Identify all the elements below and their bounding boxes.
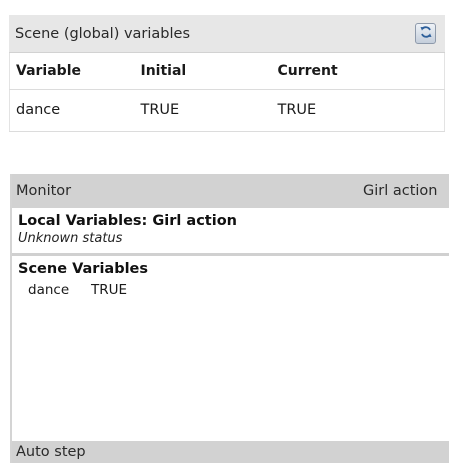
scene-variable-name: dance (28, 282, 70, 298)
local-variables-title: Local Variables: Girl action (18, 213, 237, 229)
table-row: dance TRUE TRUE (9, 89, 445, 132)
current-value-cell: TRUE (271, 89, 445, 132)
monitor-header: Monitor Girl action (12, 174, 449, 208)
variable-name-cell: dance (9, 89, 135, 132)
monitor-panel: Monitor Girl action Local Variables: Gir… (10, 174, 449, 463)
scene-variable-value: TRUE (91, 282, 128, 298)
scene-variables-section: Scene Variables dance TRUE (12, 256, 449, 299)
initial-value-cell: TRUE (134, 89, 272, 132)
column-header-variable: Variable (9, 53, 135, 90)
local-variables-section: Local Variables: Girl action Unknown sta… (12, 208, 449, 247)
local-variables-status: Unknown status (18, 231, 123, 246)
monitor-action-label: Girl action (363, 183, 438, 199)
refresh-button[interactable] (415, 23, 436, 44)
scene-variables-header: Scene (global) variables (9, 15, 445, 53)
list-item: dance TRUE (18, 281, 449, 299)
monitor-body: Local Variables: Girl action Unknown sta… (12, 208, 449, 441)
table-header-row: Variable Initial Current (9, 53, 445, 90)
refresh-icon (419, 25, 433, 43)
column-header-initial: Initial (134, 53, 272, 90)
auto-step-button[interactable]: Auto step (12, 441, 449, 463)
monitor-title: Monitor (16, 183, 72, 199)
auto-step-label: Auto step (16, 444, 86, 460)
scene-variables-panel: Scene (global) variables Variable Initia… (9, 15, 445, 133)
scene-variables-section-title: Scene Variables (18, 261, 149, 277)
scene-variables-table: Variable Initial Current dance TRUE TRUE (9, 53, 445, 132)
scene-variables-title: Scene (global) variables (15, 25, 191, 42)
column-header-current: Current (271, 53, 445, 90)
